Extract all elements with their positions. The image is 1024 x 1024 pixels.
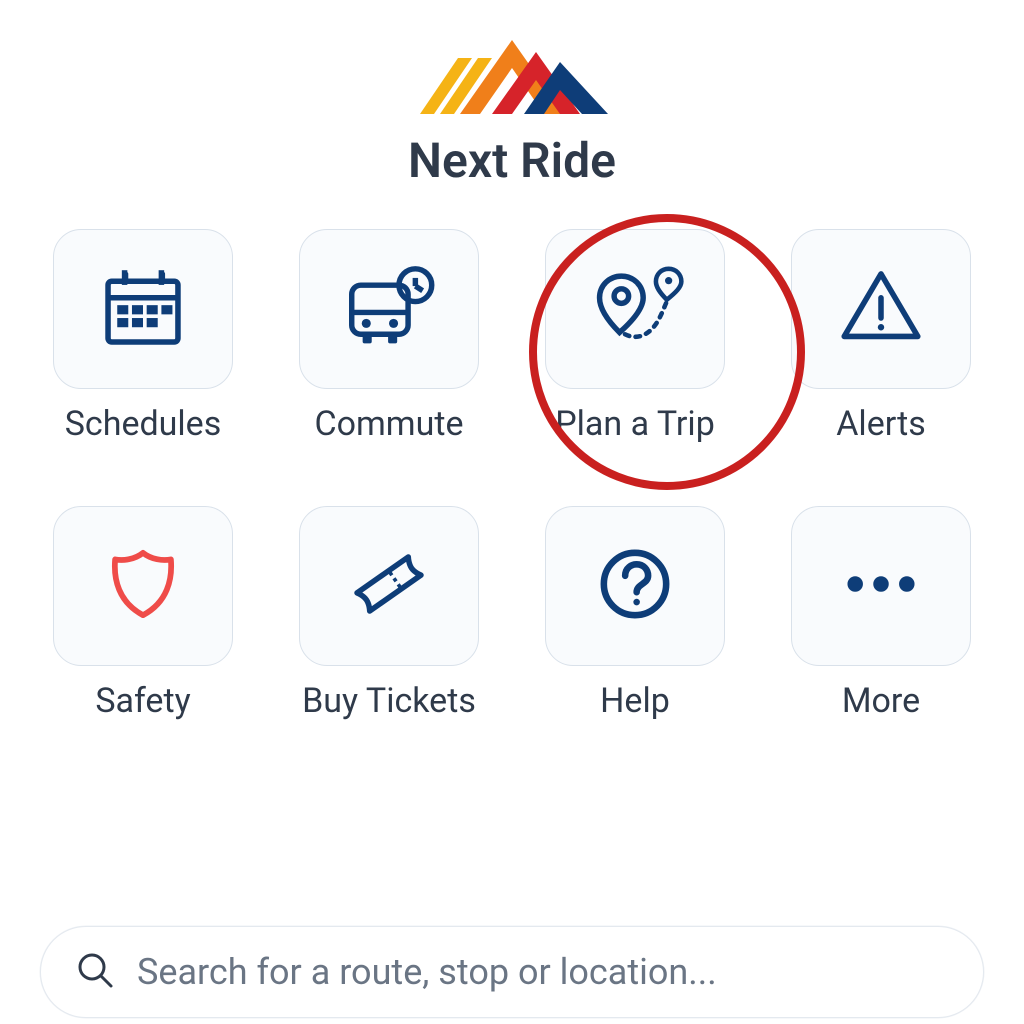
bus-clock-icon — [339, 261, 439, 357]
menu-label: Alerts — [836, 403, 926, 446]
pin-route-icon — [585, 261, 685, 357]
shield-icon — [102, 543, 184, 629]
menu-item-commute[interactable]: Commute — [296, 229, 482, 446]
app-title: Next Ride — [40, 132, 984, 189]
menu-item-safety[interactable]: Safety — [50, 506, 236, 723]
menu-label: Buy Tickets — [302, 680, 476, 723]
menu-item-alerts[interactable]: Alerts — [788, 229, 974, 446]
menu-label: Plan a Trip — [555, 403, 715, 446]
warning-icon — [835, 261, 927, 357]
app-logo: Next Ride — [40, 28, 984, 189]
menu-label: Safety — [95, 680, 190, 723]
search-icon — [75, 950, 115, 994]
more-dots-icon — [838, 564, 924, 608]
menu-label: More — [842, 680, 920, 723]
menu-item-buy-tickets[interactable]: Buy Tickets — [296, 506, 482, 723]
calendar-icon — [97, 261, 189, 357]
menu-item-plan-a-trip[interactable]: Plan a Trip — [542, 229, 728, 446]
menu-grid: Schedules — [40, 229, 984, 722]
menu-item-help[interactable]: Help — [542, 506, 728, 723]
menu-item-more[interactable]: More — [788, 506, 974, 723]
search-placeholder: Search for a route, stop or location... — [137, 951, 717, 993]
search-bar[interactable]: Search for a route, stop or location... — [40, 926, 984, 1018]
question-icon — [594, 543, 676, 629]
menu-label: Schedules — [65, 403, 222, 446]
menu-item-schedules[interactable]: Schedules — [50, 229, 236, 446]
menu-label: Commute — [314, 403, 463, 446]
menu-label: Help — [600, 680, 670, 723]
ticket-icon — [343, 538, 435, 634]
